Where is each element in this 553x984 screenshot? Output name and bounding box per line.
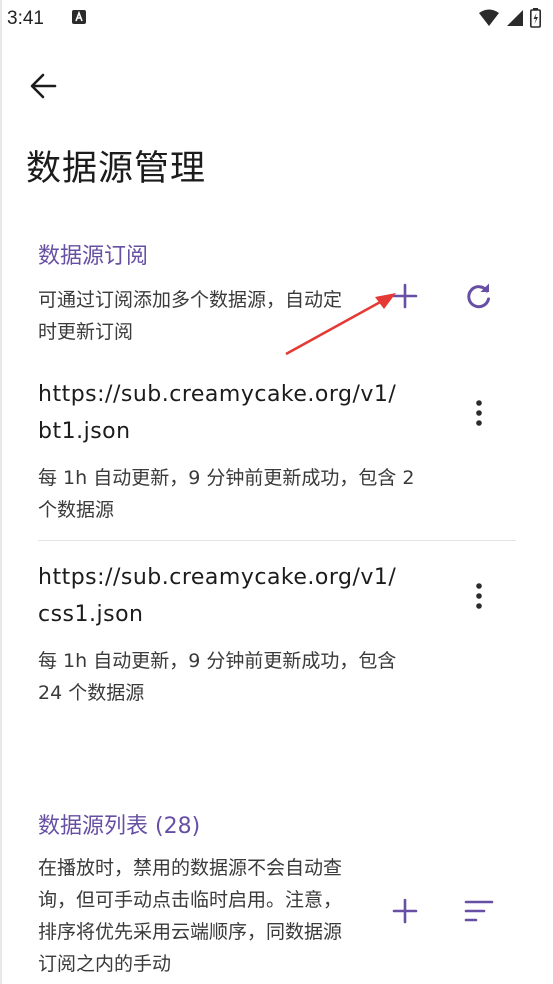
- more-vertical-icon: [476, 583, 482, 609]
- wifi-icon: [479, 9, 499, 26]
- refresh-icon: [467, 283, 490, 309]
- status-time: 3:41: [7, 8, 44, 29]
- add-source-button[interactable]: [385, 891, 425, 931]
- refresh-subscriptions-button[interactable]: [459, 276, 499, 316]
- subscription-section-title: 数据源订阅: [38, 244, 149, 269]
- battery-icon: [530, 8, 541, 28]
- back-button[interactable]: [25, 66, 65, 106]
- subscription-status: 每 1h 自动更新，9 分钟前更新成功，包含 24 个数据源: [38, 650, 397, 704]
- divider: [38, 540, 516, 541]
- sort-sources-button[interactable]: [459, 891, 499, 931]
- left-edge: [0, 0, 2, 984]
- notification-icon: [72, 10, 86, 24]
- subscription-more-button[interactable]: [464, 393, 494, 433]
- subscription-more-button[interactable]: [464, 576, 494, 616]
- status-bar: 3:41: [0, 0, 553, 40]
- subscription-status: 每 1h 自动更新，9 分钟前更新成功，包含 2 个数据源: [38, 467, 415, 521]
- more-vertical-icon: [476, 400, 482, 426]
- page-title: 数据源管理: [26, 149, 207, 189]
- subscription-item[interactable]: https://sub.creamycake.org/v1/bt1.json 每…: [38, 376, 516, 526]
- add-subscription-button[interactable]: [385, 276, 425, 316]
- subscription-url: https://sub.creamycake.org/v1/css1.json: [38, 565, 397, 627]
- plus-icon: [392, 283, 418, 309]
- subscription-item[interactable]: https://sub.creamycake.org/v1/css1.json …: [38, 559, 516, 709]
- subscription-description: 可通过订阅添加多个数据源，自动定时更新订阅: [38, 289, 343, 343]
- sort-icon: [464, 900, 494, 922]
- signal-icon: [507, 10, 523, 26]
- status-icons: [478, 8, 541, 28]
- source-list-description: 在播放时，禁用的数据源不会自动查询，但可手动点击临时启用。注意，排序将优先采用云…: [38, 857, 343, 975]
- plus-icon: [392, 898, 418, 924]
- arrow-back-icon: [30, 73, 57, 99]
- source-list-section-title: 数据源列表 (28): [38, 814, 201, 839]
- subscription-url: https://sub.creamycake.org/v1/bt1.json: [38, 382, 397, 444]
